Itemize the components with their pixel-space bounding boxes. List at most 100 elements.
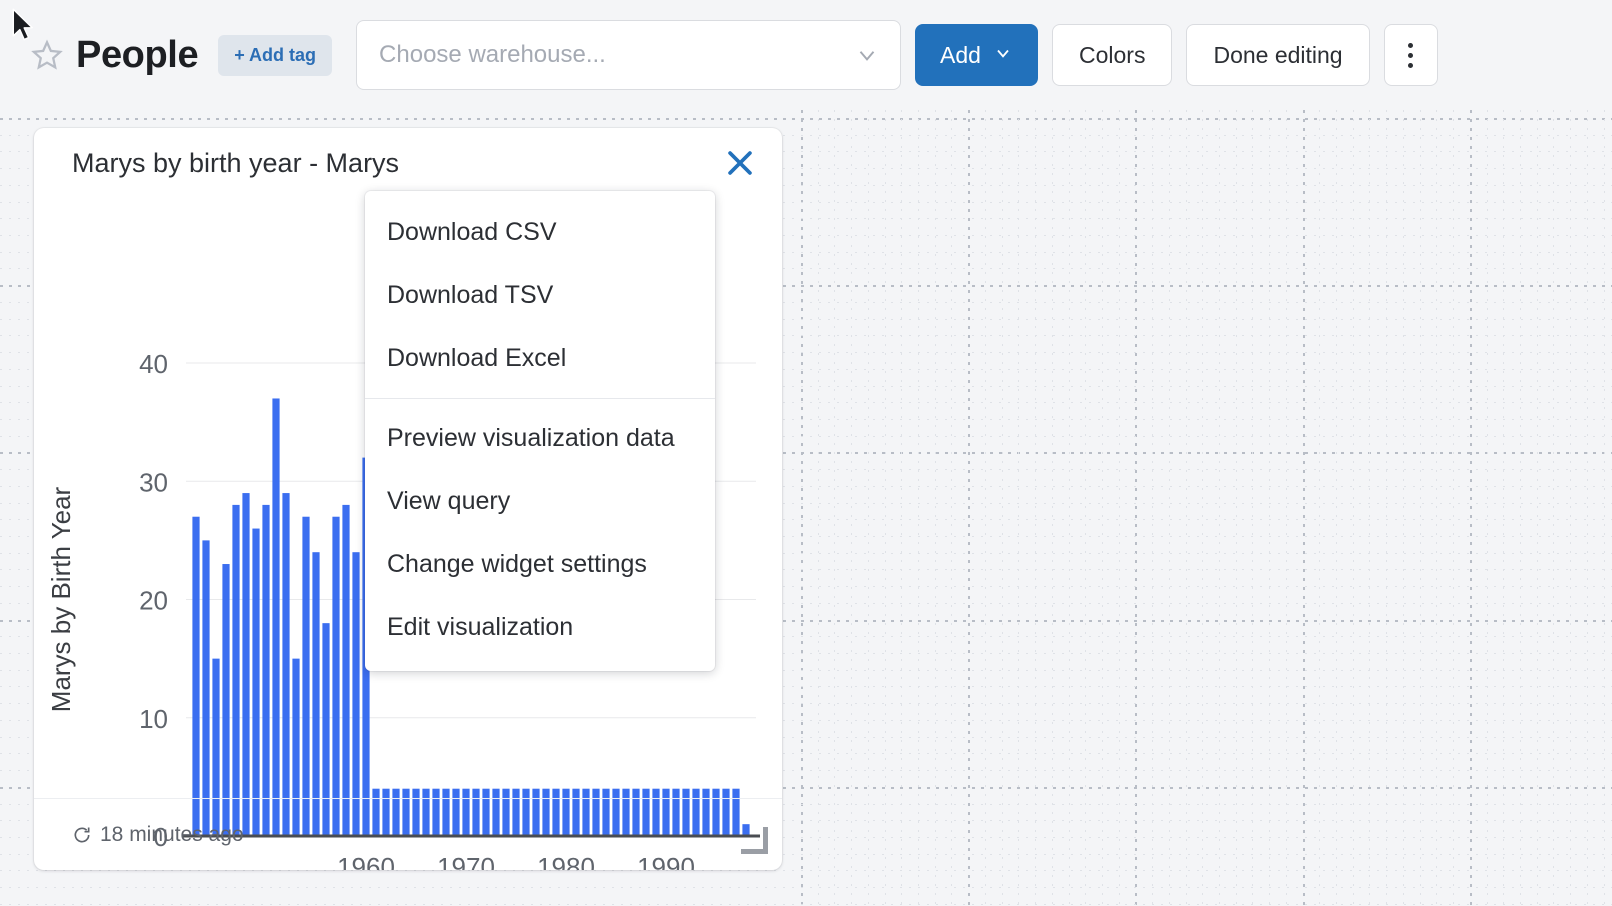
bar[interactable]	[262, 505, 269, 836]
vertical-ellipsis-icon	[1408, 43, 1413, 48]
grid-minor-line	[1085, 110, 1086, 906]
context-menu-item[interactable]: Download CSV	[365, 201, 715, 264]
grid-minor-line	[1186, 110, 1187, 906]
bar[interactable]	[252, 529, 259, 836]
grid-minor-line	[1553, 110, 1554, 906]
grid-minor-line	[1369, 110, 1370, 906]
grid-minor-line	[1219, 110, 1220, 906]
chart-widget-header: Marys by birth year - Marys	[34, 128, 782, 198]
refresh-icon[interactable]	[72, 825, 92, 845]
context-menu-item[interactable]: Edit visualization	[365, 596, 715, 659]
bar[interactable]	[352, 552, 359, 836]
grid-minor-line	[1420, 110, 1421, 906]
grid-minor-line	[1102, 110, 1103, 906]
colors-button[interactable]: Colors	[1052, 24, 1172, 86]
favorite-star-icon[interactable]	[30, 38, 64, 72]
context-menu-item[interactable]: Download Excel	[365, 327, 715, 390]
grid-minor-line	[1487, 110, 1488, 906]
y-axis-tick-label: 40	[139, 349, 168, 379]
y-axis-tick-label: 30	[139, 467, 168, 497]
grid-minor-line	[1403, 110, 1404, 906]
bar[interactable]	[282, 493, 289, 836]
grid-minor-line	[1353, 110, 1354, 906]
grid-minor-line	[935, 110, 936, 906]
grid-minor-line	[1252, 110, 1253, 906]
grid-minor-line	[1587, 110, 1588, 906]
chart-widget-footer: 18 minutes ago	[34, 798, 782, 870]
bar[interactable]	[232, 505, 239, 836]
grid-minor-line	[0, 904, 1612, 905]
grid-minor-line	[1069, 110, 1070, 906]
grid-minor-line	[1169, 110, 1170, 906]
warehouse-select-placeholder: Choose warehouse...	[379, 41, 606, 69]
grid-minor-line	[851, 110, 852, 906]
context-menu-item[interactable]: View query	[365, 470, 715, 533]
vertical-ellipsis-icon	[1408, 63, 1413, 68]
bar[interactable]	[242, 493, 249, 836]
grid-minor-line	[868, 110, 869, 906]
context-menu-item[interactable]: Change widget settings	[365, 533, 715, 596]
done-editing-button[interactable]: Done editing	[1186, 24, 1369, 86]
grid-minor-line	[885, 110, 886, 906]
grid-minor-line	[1035, 110, 1036, 906]
top-toolbar: People + Add tag Choose warehouse... Add…	[0, 0, 1612, 110]
close-icon[interactable]	[720, 143, 760, 183]
context-menu-item[interactable]: Download TSV	[365, 264, 715, 327]
grid-minor-line	[818, 110, 819, 906]
grid-minor-line	[1269, 110, 1270, 906]
y-axis-tick-label: 20	[139, 586, 168, 616]
grid-minor-line	[1002, 110, 1003, 906]
grid-minor-line	[1453, 110, 1454, 906]
y-axis-title: Marys by Birth Year	[46, 486, 76, 712]
grid-minor-line	[951, 110, 952, 906]
y-axis-tick-label: 10	[139, 704, 168, 734]
grid-minor-line	[1018, 110, 1019, 906]
add-button-label: Add	[940, 42, 981, 69]
bar[interactable]	[342, 505, 349, 836]
grid-minor-line	[1286, 110, 1287, 906]
bar[interactable]	[312, 552, 319, 836]
bar[interactable]	[302, 517, 309, 836]
grid-minor-line	[901, 110, 902, 906]
grid-minor-line	[1152, 110, 1153, 906]
grid-minor-line	[0, 870, 1612, 871]
grid-minor-line	[1052, 110, 1053, 906]
last-updated-label: 18 minutes ago	[100, 823, 244, 847]
grid-minor-line	[918, 110, 919, 906]
grid-minor-line	[985, 110, 986, 906]
grid-minor-line	[1119, 110, 1120, 906]
grid-minor-line	[0, 887, 1612, 888]
dashboard-page: People + Add tag Choose warehouse... Add…	[0, 0, 1612, 906]
grid-minor-line	[1436, 110, 1437, 906]
resize-handle[interactable]	[746, 832, 768, 854]
grid-minor-line	[1319, 110, 1320, 906]
page-title: People	[76, 36, 198, 74]
chevron-down-icon	[993, 42, 1013, 69]
grid-minor-line	[1236, 110, 1237, 906]
chevron-down-icon	[854, 42, 880, 68]
mouse-cursor	[10, 8, 36, 42]
vertical-ellipsis-icon	[1408, 53, 1413, 58]
grid-minor-line	[1570, 110, 1571, 906]
widget-context-menu: Download CSVDownload TSVDownload Excel Pr…	[365, 191, 715, 671]
context-menu-separator	[365, 398, 715, 399]
add-button[interactable]: Add	[915, 24, 1038, 86]
grid-minor-line	[1386, 110, 1387, 906]
context-menu-item[interactable]: Preview visualization data	[365, 407, 715, 470]
bar[interactable]	[272, 398, 279, 836]
bar[interactable]	[222, 564, 229, 836]
more-options-button[interactable]	[1384, 24, 1438, 86]
grid-minor-line	[1503, 110, 1504, 906]
grid-minor-line	[1537, 110, 1538, 906]
warehouse-select[interactable]: Choose warehouse...	[356, 20, 901, 90]
chart-widget-title: Marys by birth year - Marys	[72, 148, 399, 179]
grid-minor-line	[1336, 110, 1337, 906]
add-tag-button[interactable]: + Add tag	[218, 35, 332, 76]
bar[interactable]	[332, 517, 339, 836]
bar[interactable]	[192, 517, 199, 836]
grid-minor-line	[1604, 110, 1605, 906]
grid-minor-line	[1202, 110, 1203, 906]
grid-minor-line	[834, 110, 835, 906]
bar[interactable]	[202, 540, 209, 836]
grid-minor-line	[1520, 110, 1521, 906]
